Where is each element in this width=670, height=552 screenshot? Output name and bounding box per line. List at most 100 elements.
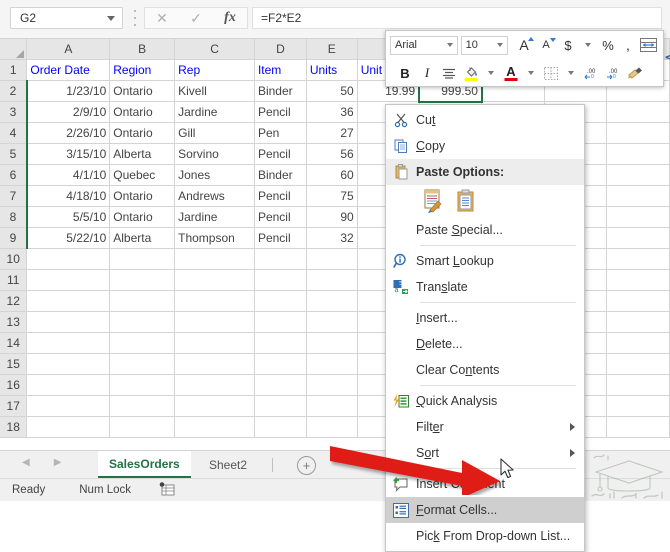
menu-item-delete[interactable]: Delete... bbox=[386, 331, 584, 357]
format-painter-icon[interactable] bbox=[624, 62, 646, 84]
increase-decimal-button[interactable]: .00 0 bbox=[580, 62, 602, 84]
cell-j13[interactable] bbox=[606, 311, 670, 333]
font-color-dropdown[interactable] bbox=[522, 62, 540, 84]
cell-b15[interactable] bbox=[109, 353, 176, 375]
cell-j15[interactable] bbox=[606, 353, 670, 375]
cell-j3[interactable] bbox=[606, 101, 670, 123]
cell-c9[interactable]: Thompson bbox=[174, 227, 255, 249]
row-header-11[interactable]: 11 bbox=[0, 269, 28, 291]
row-header-13[interactable]: 13 bbox=[0, 311, 28, 333]
font-name-select[interactable]: Arial bbox=[390, 35, 458, 55]
menu-item-clear-contents[interactable]: Clear Contents bbox=[386, 357, 584, 383]
row-header-2[interactable]: 2 bbox=[0, 80, 28, 102]
row-header-10[interactable]: 10 bbox=[0, 248, 28, 270]
cell-d4[interactable]: Pen bbox=[254, 122, 307, 144]
cell-a1[interactable]: Order Date bbox=[26, 59, 111, 81]
percent-format-button[interactable]: % bbox=[597, 34, 619, 56]
cell-d18[interactable] bbox=[254, 416, 307, 438]
column-header-a[interactable]: A bbox=[26, 38, 111, 60]
menu-item-quick-analysis[interactable]: Quick Analysis bbox=[386, 388, 584, 414]
cell-e6[interactable]: 60 bbox=[306, 164, 358, 186]
column-header-d[interactable]: D bbox=[254, 38, 307, 60]
cell-j4[interactable] bbox=[606, 122, 670, 144]
borders-icon[interactable] bbox=[540, 62, 562, 84]
merge-cells-icon[interactable] bbox=[637, 34, 659, 56]
cell-b12[interactable] bbox=[109, 290, 176, 312]
row-header-3[interactable]: 3 bbox=[0, 101, 28, 123]
cell-j18[interactable] bbox=[606, 416, 670, 438]
next-arrow-icon[interactable]: ▶ bbox=[54, 457, 62, 468]
bold-button[interactable]: B bbox=[394, 62, 416, 84]
sheet-tab-sheet2[interactable]: Sheet2 bbox=[198, 451, 258, 478]
cell-d11[interactable] bbox=[254, 269, 307, 291]
row-header-14[interactable]: 14 bbox=[0, 332, 28, 354]
cell-b18[interactable] bbox=[109, 416, 176, 438]
cell-b6[interactable]: Quebec bbox=[109, 164, 176, 186]
cell-c2[interactable]: Kivell bbox=[174, 80, 255, 102]
sheet-tab-salesorders[interactable]: SalesOrders bbox=[98, 451, 191, 478]
cell-e13[interactable] bbox=[306, 311, 358, 333]
fill-color-dropdown[interactable] bbox=[482, 62, 500, 84]
cell-e14[interactable] bbox=[306, 332, 358, 354]
shrink-font-button[interactable]: A bbox=[535, 34, 557, 56]
cell-d12[interactable] bbox=[254, 290, 307, 312]
name-box[interactable]: G2 bbox=[10, 7, 123, 29]
cell-b7[interactable]: Ontario bbox=[109, 185, 176, 207]
cell-b5[interactable]: Alberta bbox=[109, 143, 176, 165]
cell-c6[interactable]: Jones bbox=[174, 164, 255, 186]
borders-dropdown[interactable] bbox=[562, 62, 580, 84]
row-header-6[interactable]: 6 bbox=[0, 164, 28, 186]
cell-d9[interactable]: Pencil bbox=[254, 227, 307, 249]
column-header-c[interactable]: C bbox=[174, 38, 255, 60]
row-header-17[interactable]: 17 bbox=[0, 395, 28, 417]
fx-icon[interactable]: fx bbox=[224, 11, 236, 25]
cell-b3[interactable]: Ontario bbox=[109, 101, 176, 123]
row-header-9[interactable]: 9 bbox=[0, 227, 28, 249]
italic-button[interactable]: I bbox=[416, 62, 438, 84]
cell-c5[interactable]: Sorvino bbox=[174, 143, 255, 165]
menu-item-copy[interactable]: Copy bbox=[386, 133, 584, 159]
cell-e17[interactable] bbox=[306, 395, 358, 417]
cell-a14[interactable] bbox=[26, 332, 111, 354]
chevron-down-icon[interactable] bbox=[107, 15, 115, 21]
cell-c17[interactable] bbox=[174, 395, 255, 417]
menu-item-paste-special[interactable]: Paste Special... bbox=[386, 217, 584, 243]
cell-c8[interactable]: Jardine bbox=[174, 206, 255, 228]
cell-d6[interactable]: Binder bbox=[254, 164, 307, 186]
row-header-12[interactable]: 12 bbox=[0, 290, 28, 312]
cell-j9[interactable] bbox=[606, 227, 670, 249]
cell-a3[interactable]: 2/9/10 bbox=[26, 101, 111, 123]
collapse-formula-bar-icon[interactable]: < bbox=[664, 48, 670, 66]
cell-a4[interactable]: 2/26/10 bbox=[26, 122, 111, 144]
row-header-5[interactable]: 5 bbox=[0, 143, 28, 165]
row-header-4[interactable]: 4 bbox=[0, 122, 28, 144]
row-header-1[interactable]: 1 bbox=[0, 59, 28, 81]
cell-j7[interactable] bbox=[606, 185, 670, 207]
record-macro-icon[interactable] bbox=[159, 481, 175, 499]
cell-j16[interactable] bbox=[606, 374, 670, 396]
menu-item-insert[interactable]: Insert... bbox=[386, 305, 584, 331]
menu-item-format-cells[interactable]: Format Cells... bbox=[386, 497, 584, 523]
cell-e12[interactable] bbox=[306, 290, 358, 312]
select-all-corner[interactable] bbox=[0, 38, 28, 60]
cell-a16[interactable] bbox=[26, 374, 111, 396]
cell-e1[interactable]: Units bbox=[306, 59, 358, 81]
cell-b14[interactable] bbox=[109, 332, 176, 354]
cell-e11[interactable] bbox=[306, 269, 358, 291]
row-header-7[interactable]: 7 bbox=[0, 185, 28, 207]
menu-item-sort[interactable]: Sort bbox=[386, 440, 584, 466]
cell-b11[interactable] bbox=[109, 269, 176, 291]
font-color-button[interactable]: A bbox=[500, 62, 522, 84]
formula-input[interactable]: =F2*E2 bbox=[252, 7, 662, 29]
cell-a9[interactable]: 5/22/10 bbox=[26, 227, 111, 249]
cell-b8[interactable]: Ontario bbox=[109, 206, 176, 228]
cell-e10[interactable] bbox=[306, 248, 358, 270]
cell-c10[interactable] bbox=[174, 248, 255, 270]
cell-a11[interactable] bbox=[26, 269, 111, 291]
cell-d17[interactable] bbox=[254, 395, 307, 417]
menu-item-pick-from-dropdown[interactable]: Pick From Drop-down List... bbox=[386, 523, 584, 549]
cell-e8[interactable]: 90 bbox=[306, 206, 358, 228]
cell-e7[interactable]: 75 bbox=[306, 185, 358, 207]
cell-d15[interactable] bbox=[254, 353, 307, 375]
cell-a17[interactable] bbox=[26, 395, 111, 417]
